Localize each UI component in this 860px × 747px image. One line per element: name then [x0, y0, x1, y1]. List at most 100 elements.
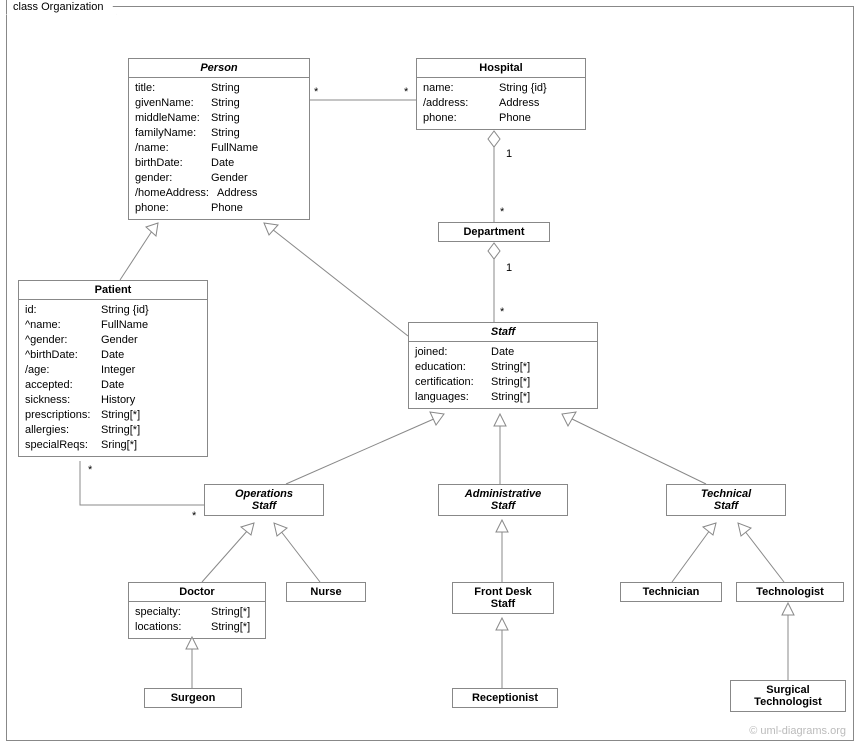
attr-row: allergies: String[*]	[25, 423, 201, 438]
attr-type: Address	[499, 96, 539, 111]
attr-name: phone:	[135, 201, 203, 216]
attr-row: phone: Phone	[423, 111, 579, 126]
attr-type: Phone	[499, 111, 531, 126]
attr-row: prescriptions: String[*]	[25, 408, 201, 423]
attr-row: name:String {id}	[423, 81, 579, 96]
frame-title: class Organization	[13, 1, 104, 13]
attr-row: /name:FullName	[135, 141, 303, 156]
attr-row: languages: String[*]	[415, 390, 591, 405]
attr-type: String[*]	[101, 423, 140, 438]
attr-type: String[*]	[491, 390, 530, 405]
attr-type: Integer	[101, 363, 135, 378]
class-front-desk: Front Desk Staff	[452, 582, 554, 614]
attr-name: ^name:	[25, 318, 93, 333]
class-patient: Patient id:String {id}^name:FullName^gen…	[18, 280, 208, 457]
mult-hosp-dept-h: 1	[506, 148, 512, 160]
class-tech-staff: Technical Staff	[666, 484, 786, 516]
attr-type: Gender	[211, 171, 248, 186]
class-doctor-name: Doctor	[129, 583, 265, 602]
mult-person-hosp-p: *	[314, 86, 318, 98]
attr-type: String[*]	[491, 360, 530, 375]
mult-dept-staff-d: 1	[506, 262, 512, 274]
class-staff-body: joined:Dateeducation: String[*] certificat…	[409, 342, 597, 408]
class-receptionist: Receptionist	[452, 688, 558, 708]
attr-row: ^name: FullName	[25, 318, 201, 333]
attr-row: education: String[*]	[415, 360, 591, 375]
attr-type: History	[101, 393, 135, 408]
class-ops-staff: Operations Staff	[204, 484, 324, 516]
attr-name: specialty:	[135, 605, 203, 620]
attr-type: String[*]	[101, 408, 140, 423]
class-patient-body: id: String {id} ^name: FullName ^gender: Gend…	[19, 300, 207, 456]
attr-type: Gender	[101, 333, 138, 348]
class-doctor: Doctor specialty:String[*]locations:Stri…	[128, 582, 266, 639]
class-tech-staff-name: Technical Staff	[667, 485, 785, 515]
attr-type: Date	[101, 378, 124, 393]
attr-name: givenName:	[135, 96, 203, 111]
class-hospital-body: name:String {id}/address:Addressphone:Ph…	[417, 78, 585, 129]
attr-type: String	[211, 96, 240, 111]
attr-row: joined:Date	[415, 345, 591, 360]
class-person-name: Person	[129, 59, 309, 78]
attr-name: prescriptions:	[25, 408, 93, 423]
attr-name: /age:	[25, 363, 93, 378]
attr-row: phone: Phone	[135, 201, 303, 216]
attr-type: Phone	[211, 201, 243, 216]
class-person: Person title:StringgivenName: Stringmiddl…	[128, 58, 310, 220]
attr-type: Date	[211, 156, 234, 171]
class-surgtech-name: Surgical Technologist	[731, 681, 845, 711]
attr-type: String {id}	[101, 303, 149, 318]
attr-name: phone:	[423, 111, 491, 126]
attr-name: education:	[415, 360, 483, 375]
attr-row: /age: Integer	[25, 363, 201, 378]
attr-type: Date	[101, 348, 124, 363]
attr-row: middleName:String	[135, 111, 303, 126]
attr-type: String[*]	[211, 620, 250, 635]
attr-type: String[*]	[491, 375, 530, 390]
attr-name: certification:	[415, 375, 483, 390]
class-surgtech: Surgical Technologist	[730, 680, 846, 712]
attr-type: FullName	[211, 141, 258, 156]
attr-row: ^gender: Gender	[25, 333, 201, 348]
class-front-desk-name: Front Desk Staff	[453, 583, 553, 613]
class-admin-staff-name: Administrative Staff	[439, 485, 567, 515]
attr-row: /homeAddress:Address	[135, 186, 303, 201]
attr-type: Sring[*]	[101, 438, 137, 453]
attr-name: ^gender:	[25, 333, 93, 348]
class-technologist-name: Technologist	[737, 583, 843, 601]
class-ops-staff-name: Operations Staff	[205, 485, 323, 515]
attr-row: familyName:String	[135, 126, 303, 141]
class-surgeon-name: Surgeon	[145, 689, 241, 707]
attr-name: specialReqs:	[25, 438, 93, 453]
attr-name: allergies:	[25, 423, 93, 438]
attr-type: FullName	[101, 318, 148, 333]
class-department-name: Department	[439, 223, 549, 241]
watermark: © uml-diagrams.org	[749, 725, 846, 737]
mult-patient-ops-o: *	[192, 510, 196, 522]
attr-name: accepted:	[25, 378, 93, 393]
class-technician-name: Technician	[621, 583, 721, 601]
attr-row: title:String	[135, 81, 303, 96]
attr-name: title:	[135, 81, 203, 96]
class-doctor-body: specialty:String[*]locations:String[*]	[129, 602, 265, 638]
attr-name: /homeAddress:	[135, 186, 209, 201]
attr-type: String[*]	[211, 605, 250, 620]
class-hospital: Hospital name:String {id}/address:Addres…	[416, 58, 586, 130]
mult-hosp-dept-d: *	[500, 206, 504, 218]
class-technologist: Technologist	[736, 582, 844, 602]
class-nurse: Nurse	[286, 582, 366, 602]
class-department: Department	[438, 222, 550, 242]
attr-row: specialReqs: Sring[*]	[25, 438, 201, 453]
attr-name: gender:	[135, 171, 203, 186]
class-hospital-name: Hospital	[417, 59, 585, 78]
attr-row: birthDate:Date	[135, 156, 303, 171]
class-nurse-name: Nurse	[287, 583, 365, 601]
attr-name: joined:	[415, 345, 483, 360]
class-receptionist-name: Receptionist	[453, 689, 557, 707]
attr-name: name:	[423, 81, 491, 96]
class-staff: Staff joined:Dateeducation:String[*]cert…	[408, 322, 598, 409]
attr-row: specialty: String[*]	[135, 605, 259, 620]
class-person-body: title:StringgivenName: StringmiddleName:S…	[129, 78, 309, 219]
attr-name: id:	[25, 303, 93, 318]
attr-name: languages:	[415, 390, 483, 405]
